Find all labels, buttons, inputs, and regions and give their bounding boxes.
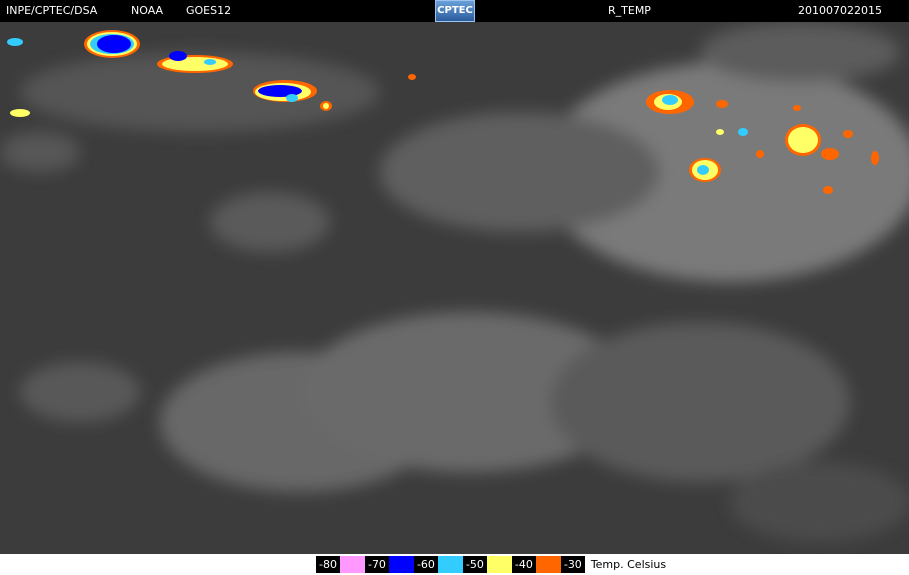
legend-scale: -80 -70 -60 -50 -40 -30 Temp. Celsius [316, 556, 666, 573]
legend-label: -80 [316, 556, 340, 573]
legend-swatch [486, 556, 512, 573]
legend-label: -50 [462, 556, 487, 573]
legend-label: -70 [364, 556, 389, 573]
source-label: INPE/CPTEC/DSA [6, 4, 98, 17]
legend-label: -40 [511, 556, 536, 573]
product-label: R_TEMP [608, 4, 651, 17]
legend-swatch [339, 556, 365, 573]
legend-swatch [535, 556, 561, 573]
legend-unit-label: Temp. Celsius [590, 558, 667, 571]
header-bar: INPE/CPTEC/DSA NOAA GOES12 CPTEC R_TEMP … [0, 0, 909, 22]
temperature-legend: -80 -70 -60 -50 -40 -30 Temp. Celsius [0, 554, 909, 575]
satellite-image [0, 22, 909, 554]
legend-label: -60 [413, 556, 438, 573]
timestamp-label: 201007022015 [798, 4, 882, 17]
legend-label: -30 [560, 556, 585, 573]
cptec-logo: CPTEC [435, 0, 475, 22]
satellite-label: GOES12 [186, 4, 232, 17]
agency-label: NOAA [131, 4, 164, 17]
legend-swatch [388, 556, 414, 573]
legend-swatch [437, 556, 463, 573]
